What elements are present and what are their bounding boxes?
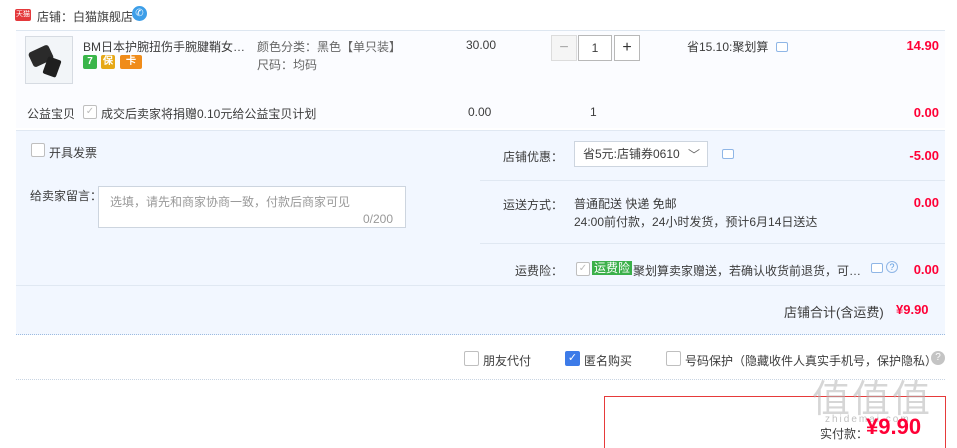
question-icon[interactable]: ? xyxy=(886,261,898,273)
help-icon[interactable]: ? xyxy=(931,351,945,365)
quantity-input[interactable]: 1 xyxy=(578,35,612,61)
sku-color: 颜色分类：黑色【单只装】 xyxy=(257,40,402,54)
shop-total-label: 店铺合计(含运费) xyxy=(784,305,884,320)
shop-name[interactable]: 店铺：白猫旗舰店 xyxy=(37,8,133,25)
friend-pay-label[interactable]: 朋友代付 xyxy=(483,352,531,369)
charity-text: 成交后卖家将捐赠0.10元给公益宝贝计划 xyxy=(101,107,317,121)
pay-label: 实付款： xyxy=(820,427,869,441)
quantity-increase-button[interactable]: + xyxy=(614,35,640,61)
shipping-eta: 24:00前付款，24小时发货，预计6月14日送达 xyxy=(574,215,818,229)
guarantee-icon: 保 xyxy=(101,55,115,69)
sku-size: 尺码：均码 xyxy=(257,58,318,72)
tmall-badge: 天猫 xyxy=(15,9,31,21)
invoice-checkbox[interactable] xyxy=(31,143,45,157)
seven-day-return-icon: 7 xyxy=(83,55,97,69)
insurance-info-icon[interactable] xyxy=(871,263,883,273)
divider xyxy=(16,379,945,380)
shipping-label: 运送方式： xyxy=(503,198,564,212)
divider xyxy=(480,243,945,244)
insurance-checkbox: ✓ xyxy=(576,262,590,276)
card-payment-icon: 卡 xyxy=(120,55,142,69)
item-subtotal: 14.90 xyxy=(906,38,939,53)
shipping-amount: 0.00 xyxy=(913,195,939,210)
charity-label: 公益宝贝 xyxy=(27,107,76,121)
message-char-count: 0/200 xyxy=(363,212,394,226)
chevron-down-icon[interactable]: ﹀ xyxy=(688,146,700,163)
anonymous-checkbox[interactable]: ✓ xyxy=(565,351,580,366)
charity-qty: 1 xyxy=(590,105,597,119)
friend-pay-checkbox[interactable] xyxy=(464,351,479,366)
coupon-amount: -5.00 xyxy=(909,148,939,163)
insurance-label: 运费险： xyxy=(515,264,564,278)
invoice-label[interactable]: 开具发票 xyxy=(49,144,97,161)
promotion-info-icon[interactable] xyxy=(776,42,788,52)
wangwang-chat-icon[interactable]: ✆ xyxy=(132,6,147,21)
divider xyxy=(480,180,945,181)
unit-price: 30.00 xyxy=(466,38,497,52)
insurance-text: 聚划算卖家赠送，若确认收货前退货，可获… xyxy=(633,264,863,278)
coupon-info-icon[interactable] xyxy=(722,149,734,159)
coupon-label: 店铺优惠： xyxy=(503,150,564,164)
privacy-checkbox[interactable] xyxy=(666,351,681,366)
anonymous-label[interactable]: 匿名购买 xyxy=(584,352,632,369)
shipping-method: 普通配送 快递 免邮 xyxy=(574,197,677,211)
privacy-label[interactable]: 号码保护（隐藏收件人真实手机号，保护隐私） xyxy=(685,352,937,369)
charity-price: 0.00 xyxy=(468,105,492,119)
shop-total-amount: ¥9.90 xyxy=(896,302,929,317)
product-title[interactable]: BM日本护腕扭伤手腕腱鞘女男… xyxy=(83,38,248,55)
promotion-text: 省15.10:聚划算 xyxy=(687,40,769,54)
charity-checkbox: ✓ xyxy=(83,105,97,119)
quantity-decrease-button[interactable]: − xyxy=(551,35,577,61)
pay-amount: ¥9.90 xyxy=(866,414,922,439)
charity-subtotal: 0.00 xyxy=(913,105,939,120)
message-label: 给卖家留言： xyxy=(30,189,103,203)
insurance-badge: 运费险 xyxy=(592,261,633,275)
insurance-amount: 0.00 xyxy=(913,262,939,277)
message-placeholder: 选填，请先和商家协商一致，付款后商家可见 xyxy=(110,195,351,209)
